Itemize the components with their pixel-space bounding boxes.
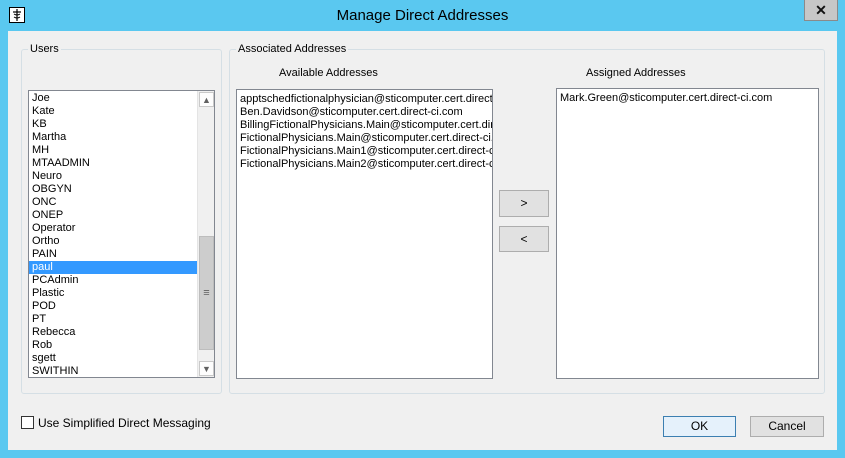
- users-group-title: Users: [28, 43, 61, 56]
- list-item[interactable]: Ortho: [29, 235, 198, 248]
- window-title: Manage Direct Addresses: [336, 7, 509, 24]
- associated-group-title: Associated Addresses: [236, 43, 349, 56]
- list-item[interactable]: Neuro: [29, 170, 198, 183]
- list-item[interactable]: Rebecca: [29, 326, 198, 339]
- list-item[interactable]: POD: [29, 300, 198, 313]
- cancel-button[interactable]: Cancel: [750, 416, 824, 437]
- list-item[interactable]: Operator: [29, 222, 198, 235]
- list-item[interactable]: Rob: [29, 339, 198, 352]
- list-item[interactable]: ONEP: [29, 209, 198, 222]
- users-scrollbar[interactable]: ▲ ≡ ▼: [197, 91, 214, 377]
- list-item[interactable]: Kate: [29, 105, 198, 118]
- list-item[interactable]: PCAdmin: [29, 274, 198, 287]
- list-item[interactable]: apptschedfictionalphysician@sticomputer.…: [237, 93, 492, 106]
- list-item[interactable]: MH: [29, 144, 198, 157]
- list-item[interactable]: paul: [29, 261, 198, 274]
- list-item[interactable]: Joe: [29, 92, 198, 105]
- dialog-window: Manage Direct Addresses ✕ Users Joe Kate K…: [0, 0, 845, 458]
- ok-button[interactable]: OK: [663, 416, 736, 437]
- users-group: Users Joe Kate KB Martha MH MTAADMIN Neuro OBGY…: [21, 43, 222, 394]
- list-item[interactable]: PT: [29, 313, 198, 326]
- list-item[interactable]: PAIN: [29, 248, 198, 261]
- list-item[interactable]: OBGYN: [29, 183, 198, 196]
- list-item[interactable]: Mark.Green@sticomputer.cert.direct-ci.co…: [557, 92, 818, 105]
- assigned-addresses-label: Assigned Addresses: [586, 67, 686, 79]
- list-item[interactable]: MTAADMIN: [29, 157, 198, 170]
- grip-icon: ≡: [203, 287, 210, 299]
- close-icon: ✕: [815, 2, 827, 18]
- simplified-messaging-checkbox[interactable]: [21, 416, 34, 429]
- assigned-list: Mark.Green@sticomputer.cert.direct-ci.co…: [557, 92, 818, 105]
- list-item[interactable]: SWITHIN: [29, 365, 198, 377]
- users-list: Joe Kate KB Martha MH MTAADMIN Neuro OBGYN ONC ON…: [29, 92, 198, 377]
- scroll-thumb[interactable]: ≡: [199, 236, 214, 350]
- list-item[interactable]: Plastic: [29, 287, 198, 300]
- simplified-messaging-label[interactable]: Use Simplified Direct Messaging: [38, 416, 211, 430]
- list-item[interactable]: BillingFictionalPhysicians.Main@sticompu…: [237, 119, 492, 132]
- list-item[interactable]: ONC: [29, 196, 198, 209]
- move-right-button[interactable]: >: [499, 190, 549, 217]
- list-item[interactable]: sgett: [29, 352, 198, 365]
- available-list: apptschedfictionalphysician@sticomputer.…: [237, 93, 492, 171]
- scroll-up-arrow-icon[interactable]: ▲: [199, 92, 214, 107]
- users-listbox[interactable]: Joe Kate KB Martha MH MTAADMIN Neuro OBGYN ONC ON…: [28, 90, 215, 378]
- dialog-body: Users Joe Kate KB Martha MH MTAADMIN Neuro OBGY…: [8, 31, 837, 450]
- assigned-addresses-listbox[interactable]: Mark.Green@sticomputer.cert.direct-ci.co…: [556, 88, 819, 379]
- list-item[interactable]: Ben.Davidson@sticomputer.cert.direct-ci.…: [237, 106, 492, 119]
- list-item[interactable]: FictionalPhysicians.Main1@sticomputer.ce…: [237, 145, 492, 158]
- associated-addresses-group: Associated Addresses Available Addresses…: [229, 43, 825, 394]
- list-item[interactable]: Martha: [29, 131, 198, 144]
- move-left-button[interactable]: <: [499, 226, 549, 252]
- list-item[interactable]: FictionalPhysicians.Main@sticomputer.cer…: [237, 132, 492, 145]
- available-addresses-listbox[interactable]: apptschedfictionalphysician@sticomputer.…: [236, 89, 493, 379]
- scroll-down-arrow-icon[interactable]: ▼: [199, 361, 214, 376]
- close-button[interactable]: ✕: [804, 0, 838, 21]
- title-bar[interactable]: Manage Direct Addresses ✕: [0, 0, 845, 31]
- available-addresses-label: Available Addresses: [279, 67, 378, 79]
- list-item[interactable]: FictionalPhysicians.Main2@sticomputer.ce…: [237, 158, 492, 171]
- list-item[interactable]: KB: [29, 118, 198, 131]
